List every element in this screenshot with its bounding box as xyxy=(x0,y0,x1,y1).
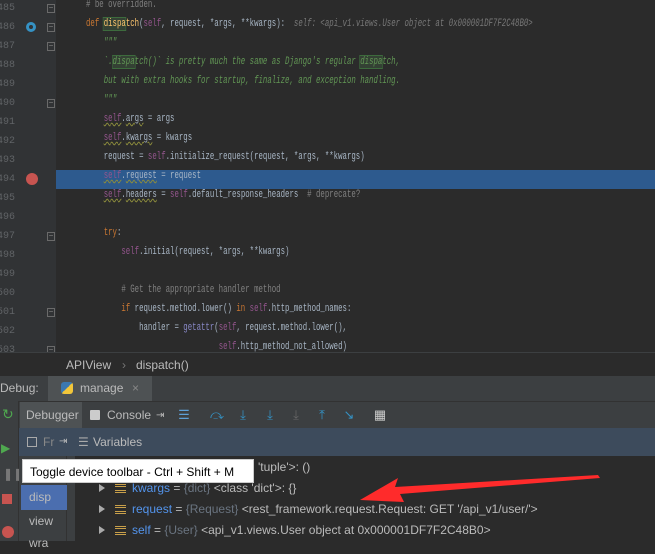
red-arrow-icon xyxy=(360,475,600,502)
annotation-arrow xyxy=(360,475,600,502)
